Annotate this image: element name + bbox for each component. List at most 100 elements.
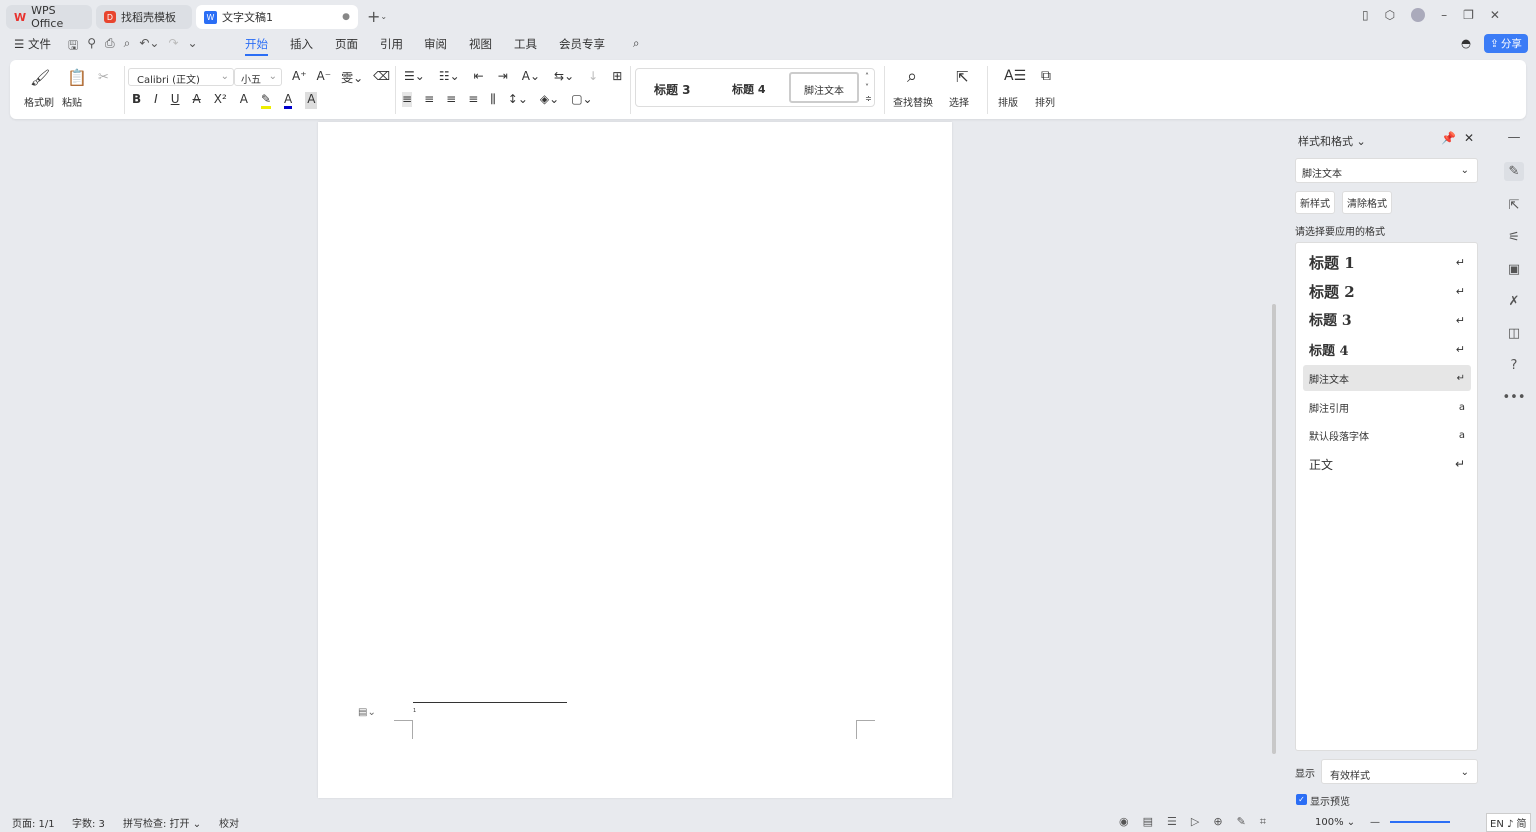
style-footnote-text[interactable]: 脚注文本 [789,72,859,103]
cut-icon[interactable]: ✂ [98,70,109,85]
line-spacing-icon[interactable]: ↕⌄ [508,92,528,107]
grow-font-icon[interactable]: A⁺ [292,69,307,86]
phonetic-icon[interactable]: 雯⌄ [341,69,363,86]
select-icon[interactable]: ⇱ [956,68,969,86]
tools-icon[interactable]: ✗ [1509,294,1520,309]
web-view-icon[interactable]: ⊕ [1213,815,1222,829]
zoom-slider[interactable] [1390,821,1450,823]
menu-review[interactable]: 审阅 [424,36,447,52]
collapse-icon[interactable]: — [1508,130,1521,145]
style-heading3[interactable]: 标题 3 [654,81,691,98]
style-heading4[interactable]: 标题 4 [732,81,765,97]
gallery-scroll-icon[interactable]: ˄ ˅ ≑ [865,71,872,104]
layout-button[interactable]: 排版 [998,94,1018,109]
adjust-icon[interactable]: ⚟ [1508,230,1520,245]
zoom-out-icon[interactable]: — [1370,817,1380,828]
paste-icon[interactable]: 📋 [67,68,87,87]
current-style-select[interactable]: 脚注文本 ⌄ [1295,158,1478,183]
strikethrough-icon[interactable]: A [193,92,201,109]
select-arrow-icon[interactable]: ⇱ [1509,198,1520,213]
font-select[interactable]: Calibri (正文) ⌄ [128,68,234,86]
more-icon[interactable]: ⌄ [188,36,198,57]
align-left-icon[interactable]: ≡ [402,92,413,107]
search-icon[interactable]: ⌕ [633,36,639,51]
panel-close-icon[interactable]: ✕ [1464,131,1474,145]
minimize-icon[interactable]: – [1441,8,1447,22]
underline-icon[interactable]: U [171,92,180,109]
unsaved-dot-icon[interactable]: ● [342,12,350,22]
find-icon[interactable]: ⌕ [907,66,917,87]
style-item-heading4[interactable]: 标题 4 ↵ [1303,336,1471,362]
text-effect-icon[interactable]: A [240,92,248,109]
shrink-font-icon[interactable]: A⁻ [317,69,332,86]
menu-tools[interactable]: 工具 [514,36,537,52]
spell-check[interactable]: 拼写检查: 打开 ⌄ [123,815,201,830]
menu-page[interactable]: 页面 [335,36,358,52]
play-icon[interactable]: ▷ [1191,815,1199,829]
image-icon[interactable]: ▣ [1508,262,1520,277]
outdent-icon[interactable]: ⇤ [474,69,484,83]
find-replace-button[interactable]: 查找替换 [893,94,933,109]
style-item-heading2[interactable]: 标题 2 ↵ [1303,278,1471,304]
ime-indicator[interactable]: EN ♪ 简 [1486,812,1531,832]
grid-icon[interactable]: ⊞ [612,69,622,83]
format-painter-button[interactable]: 格式刷 [24,94,54,109]
border-icon[interactable]: ▢⌄ [571,92,592,107]
vertical-scrollbar[interactable] [1270,124,1278,808]
align-center-icon[interactable]: ≡ [424,92,434,107]
style-item-default-font[interactable]: 默认段落字体 a [1303,422,1471,448]
numbering-icon[interactable]: ☷⌄ [439,69,460,83]
more-icon[interactable]: ••• [1502,390,1525,405]
menu-home[interactable]: 开始 [245,36,268,56]
file-menu[interactable]: ☰ 文件 [14,36,51,52]
eraser-icon[interactable]: ⌫ [373,69,390,86]
paste-button[interactable]: 粘贴 [62,94,82,109]
restore-icon[interactable]: ❐ [1463,8,1474,22]
pin-icon[interactable]: 📌 [1441,131,1456,145]
bullets-icon[interactable]: ☰⌄ [404,69,425,83]
superscript-icon[interactable]: X² [214,92,227,109]
new-style-button[interactable]: 新样式 [1295,191,1335,214]
highlight-icon[interactable]: ✎ [260,92,272,109]
proofread[interactable]: 校对 [219,815,239,830]
cube-icon[interactable]: ⬡ [1385,8,1395,22]
redo-icon[interactable]: ↷ [168,36,178,57]
link-icon[interactable]: ⚲ [87,36,96,57]
font-size-select[interactable]: 小五 ⌄ [234,68,282,86]
document-page[interactable]: 1 ▤⌄ [318,122,952,798]
direction-icon[interactable]: ⇆⌄ [554,69,574,83]
char-shading-icon[interactable]: A [305,92,318,109]
zoom-level[interactable]: 100% ⌄ [1315,817,1355,828]
print-icon[interactable]: ⎙ [105,36,115,57]
scrollbar-thumb[interactable] [1272,304,1276,754]
char-spacing-icon[interactable]: A⌄ [522,69,540,83]
show-select[interactable]: 有效样式 ⌄ [1321,759,1478,784]
distribute-icon[interactable]: ⫼ [490,92,496,107]
avatar[interactable] [1411,8,1426,22]
tab-docer[interactable]: D 找稻壳模板 [96,5,192,29]
eye-icon[interactable]: ◉ [1119,815,1129,829]
help-icon[interactable]: ? [1511,358,1518,373]
tab-document[interactable]: W 文字文稿1 ● [196,5,358,29]
close-icon[interactable]: ✕ [1490,8,1500,22]
share-button[interactable]: ⇪ 分享 [1484,34,1528,53]
print-preview-icon[interactable]: ⌕ [124,36,131,57]
shading-icon[interactable]: ◈⌄ [540,92,559,107]
book-icon[interactable]: ◫ [1508,326,1520,341]
tab-wps-office[interactable]: W WPS Office [6,4,92,30]
footnote-options-icon[interactable]: ▤⌄ [358,707,376,718]
panel-title[interactable]: 样式和格式 ⌄ [1298,133,1366,149]
menu-insert[interactable]: 插入 [290,36,313,52]
layout-icon[interactable]: A☰ [1004,68,1026,84]
format-painter-icon[interactable]: 🖌 [30,68,50,87]
style-item-footnote-ref[interactable]: 脚注引用 a [1303,394,1471,420]
arrange-icon[interactable]: ⧉ [1041,68,1051,84]
italic-icon[interactable]: I [154,92,158,109]
style-item-heading1[interactable]: 标题 1 ↵ [1303,249,1471,275]
select-button[interactable]: 选择 [949,94,969,109]
page-view-icon[interactable]: ▤ [1143,815,1153,829]
font-color-icon[interactable]: A [284,92,293,109]
preview-checkbox[interactable]: ✓ [1296,794,1307,805]
sort-icon[interactable]: ↓ [588,69,598,83]
outline-view-icon[interactable]: ☰ [1167,815,1177,829]
